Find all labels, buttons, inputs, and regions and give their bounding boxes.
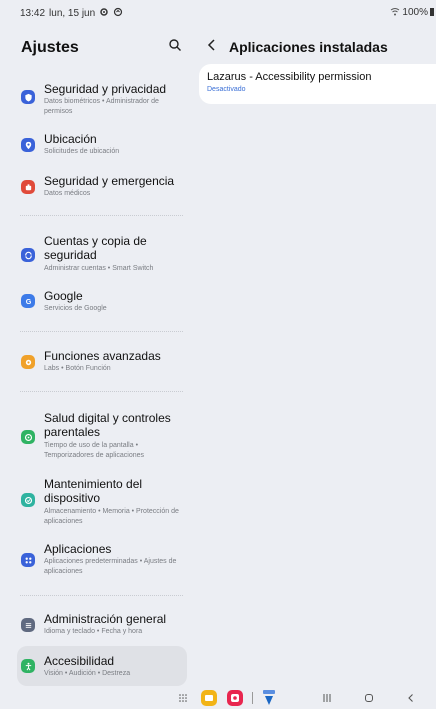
installed-apps-panel: Aplicaciones instaladas Lazarus - Access… [195, 22, 436, 687]
sync-icon [21, 248, 35, 262]
navigation-bar [0, 687, 436, 709]
gear-icon [99, 7, 109, 19]
settings-item-security-privacy[interactable]: Seguridad y privacidad Datos biométricos… [17, 76, 187, 120]
apps-grid-icon [179, 694, 187, 702]
settings-item-safety-emergency[interactable]: Seguridad y emergencia Datos médicos [17, 170, 187, 200]
recent-app-button[interactable] [260, 689, 278, 707]
back-nav-button[interactable] [404, 689, 418, 707]
settings-item-subtitle: Labs • Botón Función [44, 365, 111, 372]
settings-item-title: Accesibilidad [44, 654, 115, 668]
camera-app-button[interactable] [226, 689, 244, 707]
taskbar-separator [251, 689, 255, 707]
settings-item-title: Google [44, 289, 83, 303]
device-care-icon [21, 493, 35, 507]
accessibility-icon [21, 659, 35, 673]
settings-item-subtitle: Administrar cuentas • Smart Switch [44, 265, 154, 272]
section-divider [20, 215, 183, 216]
settings-item-title: Ubicación [44, 132, 97, 146]
settings-item-subtitle: Datos biométricos • Administrador de per… [44, 98, 159, 115]
camera-app-icon [227, 690, 243, 706]
settings-item-digital-wellbeing[interactable]: Salud digital y controles parentales Tie… [17, 407, 187, 463]
sliders-icon [21, 618, 35, 632]
wifi-icon [390, 7, 400, 18]
home-icon [365, 694, 373, 702]
recents-button[interactable] [320, 689, 334, 707]
settings-item-accounts-backup[interactable]: Cuentas y copia de seguridad Administrar… [17, 230, 187, 276]
status-right: 100% [390, 7, 434, 18]
settings-item-general-management[interactable]: Administración general Idioma y teclado … [17, 608, 187, 640]
section-divider [20, 391, 183, 392]
recent-app-icon [263, 690, 275, 705]
settings-item-title: Funciones avanzadas [44, 349, 161, 363]
recents-icon [323, 694, 331, 702]
settings-item-subtitle: Aplicaciones predeterminadas • Ajustes d… [44, 558, 177, 575]
status-bar: 13:42 lun, 15 jun 100% [0, 0, 436, 22]
settings-item-applications[interactable]: Aplicaciones Aplicaciones predeterminada… [17, 538, 187, 582]
sync-status-icon [113, 7, 123, 19]
gear-plus-icon [21, 355, 35, 369]
search-button[interactable] [168, 38, 184, 54]
settings-item-title: Aplicaciones [44, 542, 112, 556]
settings-item-subtitle: Datos médicos [44, 190, 91, 197]
settings-item-location[interactable]: Ubicación Solicitudes de ubicación [17, 128, 187, 158]
settings-item-title: Salud digital y controles parentales [44, 411, 171, 439]
chevron-left-icon [207, 39, 215, 51]
status-left: 13:42 lun, 15 jun [20, 7, 123, 19]
section-divider [20, 595, 183, 596]
app-status: Desactivado [207, 86, 246, 93]
files-app-button[interactable] [200, 689, 218, 707]
settings-item-subtitle: Tiempo de uso de la pantalla • Temporiza… [44, 442, 144, 459]
settings-item-title: Mantenimiento del dispositivo [44, 477, 143, 505]
page-title: Ajustes [21, 39, 79, 56]
app-name: Lazarus - Accessibility permission [207, 71, 372, 83]
digital-wellbeing-icon [21, 430, 35, 444]
battery-icon [430, 7, 434, 18]
search-icon [169, 39, 181, 51]
section-divider [20, 331, 183, 332]
settings-item-subtitle: Solicitudes de ubicación [44, 148, 120, 155]
settings-item-advanced-features[interactable]: Funciones avanzadas Labs • Botón Función [17, 345, 187, 375]
home-button[interactable] [362, 689, 376, 707]
back-icon [408, 694, 413, 702]
settings-item-subtitle: Visión • Audición • Destreza [44, 670, 131, 677]
settings-item-accessibility[interactable]: Accesibilidad Visión • Audición • Destre… [17, 646, 187, 686]
shield-icon [21, 90, 35, 104]
folder-app-icon [201, 690, 217, 706]
settings-item-title: Seguridad y emergencia [44, 174, 175, 188]
settings-item-subtitle: Almacenamiento • Memoria • Protección de… [44, 508, 179, 525]
installed-apps-title: Aplicaciones instaladas [229, 39, 388, 55]
app-drawer-button[interactable] [176, 689, 190, 707]
status-time: 13:42 [20, 7, 46, 19]
status-date: lun, 15 jun [49, 7, 96, 19]
settings-item-title: Administración general [44, 612, 167, 626]
emergency-icon [21, 180, 35, 194]
back-button[interactable] [205, 38, 221, 54]
settings-item-subtitle: Servicios de Google [44, 305, 107, 312]
settings-item-title: Cuentas y copia de seguridad [44, 234, 147, 262]
battery-level: 100% [402, 7, 428, 18]
installed-app-item[interactable]: Lazarus - Accessibility permission Desac… [199, 64, 436, 104]
settings-item-google[interactable]: G Google Servicios de Google [17, 286, 187, 316]
apps-grid-icon [21, 553, 35, 567]
settings-item-subtitle: Idioma y teclado • Fecha y hora [44, 628, 143, 635]
svg-text:G: G [25, 297, 31, 306]
settings-item-device-care[interactable]: Mantenimiento del dispositivo Almacenami… [17, 473, 187, 529]
location-pin-icon [21, 138, 35, 152]
google-icon: G [21, 294, 35, 308]
settings-panel: Ajustes Seguridad y privacidad Datos bio… [0, 22, 195, 687]
settings-item-title: Seguridad y privacidad [44, 82, 167, 96]
